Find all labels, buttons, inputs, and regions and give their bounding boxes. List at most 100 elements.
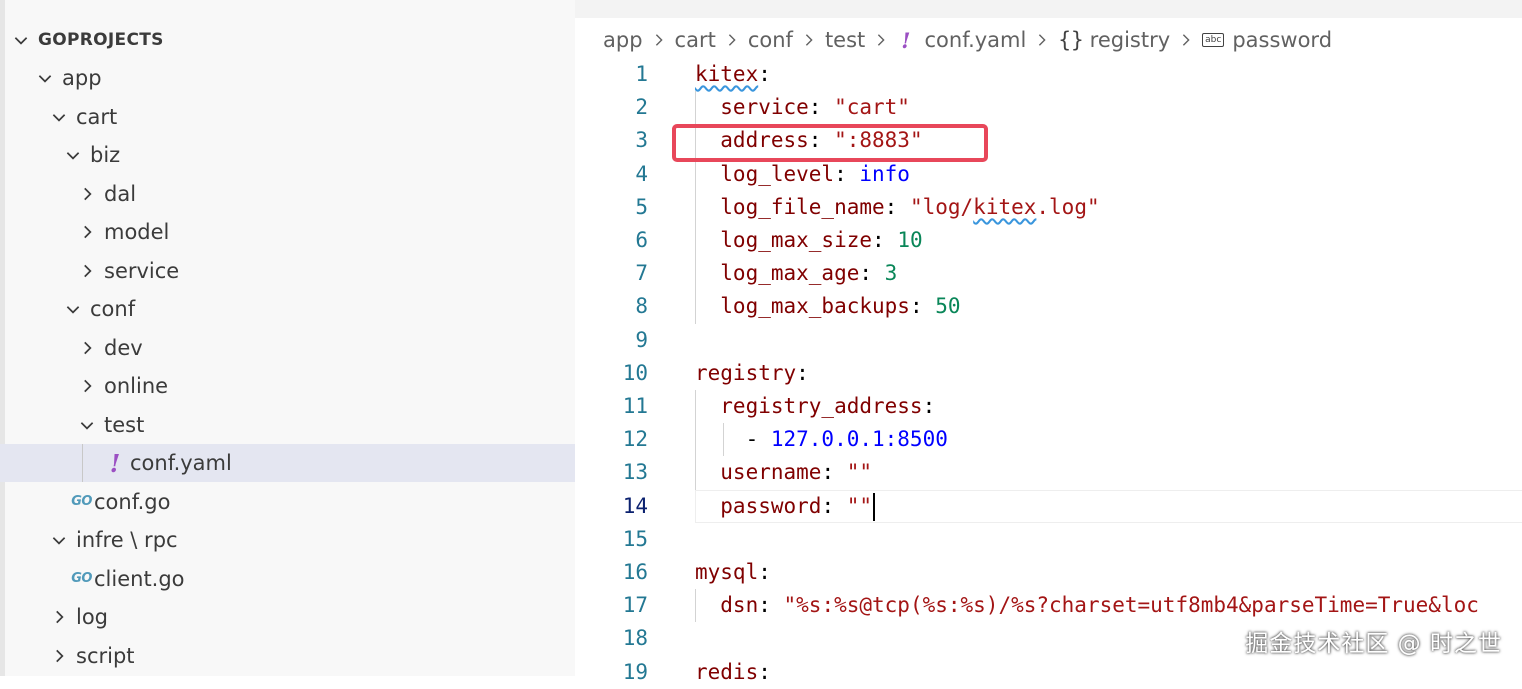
code-line[interactable]: 11 registry_address: [575, 390, 1522, 423]
line-number: 4 [635, 161, 648, 186]
explorer-root[interactable]: GOPROJECTS [0, 21, 575, 59]
line-number: 8 [635, 294, 648, 319]
code-token: log_max_size [695, 228, 873, 252]
explorer-item-label: conf.go [94, 489, 171, 514]
code-text: log_max_size: 10 [695, 224, 922, 257]
code-token: mysql [695, 560, 759, 584]
code-line[interactable]: 14 password: "" [575, 490, 1522, 523]
code-line[interactable]: 7 log_max_age: 3 [575, 257, 1522, 290]
explorer-item-cart[interactable]: cart [0, 98, 575, 136]
explorer-item-model[interactable]: model [0, 213, 575, 251]
breadcrumb-conf[interactable]: conf [748, 28, 793, 52]
breadcrumb: app cart conf test ! conf.yaml {} regist… [603, 24, 1332, 56]
code-token: username [695, 460, 822, 485]
code-text: kitex: [695, 58, 771, 91]
chevron-right-icon [76, 221, 98, 243]
code-line[interactable]: 15 [575, 523, 1522, 556]
explorer-item-biz[interactable]: biz [0, 136, 575, 174]
go-file-icon: GO [71, 571, 92, 586]
code-token: : [758, 62, 771, 86]
chevron-right-icon [874, 33, 888, 47]
code-line[interactable]: 17 dsn: "%s:%s@tcp(%s:%s)/%s?charset=utf… [575, 589, 1522, 622]
code-token: "" [846, 493, 873, 518]
breadcrumb-field[interactable]: password [1232, 28, 1332, 52]
code-line[interactable]: 6 log_max_size: 10 [575, 224, 1522, 257]
code-line[interactable]: 13 username: "" [575, 456, 1522, 489]
object-symbol-icon: {} [1058, 28, 1084, 52]
breadcrumb-cart[interactable]: cart [675, 28, 716, 52]
code-token: dsn [695, 593, 759, 618]
explorer-item-client-go[interactable]: GO client.go [0, 560, 575, 598]
explorer-item-script[interactable]: script [0, 637, 575, 675]
explorer-item-infre-rpc[interactable]: infre \ rpc [0, 521, 575, 559]
code-token: service [695, 95, 809, 120]
code-line[interactable]: 16 mysql: [575, 556, 1522, 589]
line-number: 2 [635, 95, 648, 120]
code-line[interactable]: 8 log_max_backups: 50 [575, 290, 1522, 323]
code-line[interactable]: 2 service: "cart" [575, 91, 1522, 124]
yaml-file-icon: ! [109, 448, 121, 478]
code-token: : [834, 161, 860, 186]
line-number: 5 [635, 194, 648, 219]
indent-guide [82, 444, 83, 482]
code-line[interactable]: 19 redis: [575, 656, 1522, 689]
explorer-item-conf-go[interactable]: GO conf.go [0, 483, 575, 521]
breadcrumb-file[interactable]: conf.yaml [925, 28, 1027, 52]
chevron-right-icon [725, 33, 739, 47]
explorer-item-label: model [104, 220, 170, 244]
code-token: password [695, 493, 822, 518]
code-token: : [758, 560, 771, 584]
chevron-down-icon [48, 529, 70, 551]
explorer-item-conf-yaml[interactable]: ! conf.yaml [0, 444, 575, 482]
explorer-item-service[interactable]: service [0, 252, 575, 290]
explorer-item-label: service [104, 258, 180, 283]
code-token: .log" [1036, 194, 1100, 219]
explorer-root-label: GOPROJECTS [38, 30, 164, 50]
code-line[interactable]: 12 - 127.0.0.1:8500 [575, 423, 1522, 456]
line-number: 19 [622, 659, 648, 684]
line-number: 9 [635, 327, 648, 352]
code-line[interactable]: 1 kitex: [575, 58, 1522, 91]
breadcrumb-app[interactable]: app [603, 28, 643, 52]
explorer-item-app[interactable]: app [0, 59, 575, 97]
code-token: registry_address [695, 394, 923, 418]
chevron-down-icon [76, 414, 98, 436]
code-token: 3 [884, 261, 898, 286]
code-token: "%s:%s@tcp(%s:%s)/%s?charset=utf8mb4&par… [783, 593, 1479, 618]
code-token: log_max_backups [695, 294, 910, 319]
chevron-right-icon [1179, 33, 1193, 47]
breadcrumb-object[interactable]: registry [1090, 28, 1171, 52]
line-number: 18 [622, 626, 648, 651]
explorer-item-online[interactable]: online [0, 367, 575, 405]
explorer-item-log[interactable]: log [0, 598, 575, 636]
explorer-item-label: dev [104, 335, 143, 360]
code-token: : [808, 95, 835, 120]
explorer-item-label: log [76, 605, 109, 629]
code-text: redis: [695, 656, 771, 689]
breadcrumb-test[interactable]: test [825, 28, 865, 52]
annotation-highlight-box [672, 124, 988, 162]
code-text: dsn: "%s:%s@tcp(%s:%s)/%s?charset=utf8mb… [695, 589, 1479, 622]
line-number: 13 [622, 460, 648, 485]
explorer-item-dev[interactable]: dev [0, 329, 575, 367]
code-line[interactable]: 5 log_file_name: "log/kitex.log" [575, 191, 1522, 224]
code-line[interactable]: 10 registry: [575, 357, 1522, 390]
code-token: log_file_name [695, 194, 885, 219]
code-text: registry_address: [695, 390, 935, 423]
code-token: kitex [973, 194, 1037, 219]
chevron-down-icon [62, 144, 84, 166]
chevron-right-icon [802, 33, 816, 47]
code-token: info [859, 161, 910, 186]
explorer-item-dal[interactable]: dal [0, 175, 575, 213]
explorer-item-label: dal [104, 181, 137, 206]
explorer-item-conf[interactable]: conf [0, 290, 575, 328]
go-file-icon: GO [71, 494, 92, 509]
explorer-item-test[interactable]: test [0, 406, 575, 444]
code-line[interactable]: 9 [575, 324, 1522, 357]
code-text: log_level: info [695, 158, 910, 191]
chevron-down-icon [48, 106, 70, 128]
watermark: 掘金技术社区 @ 时之世 [1245, 631, 1502, 657]
code-line[interactable]: 4 log_level: info [575, 158, 1522, 191]
code-token: : [758, 659, 771, 684]
code-text: service: "cart" [695, 91, 910, 124]
